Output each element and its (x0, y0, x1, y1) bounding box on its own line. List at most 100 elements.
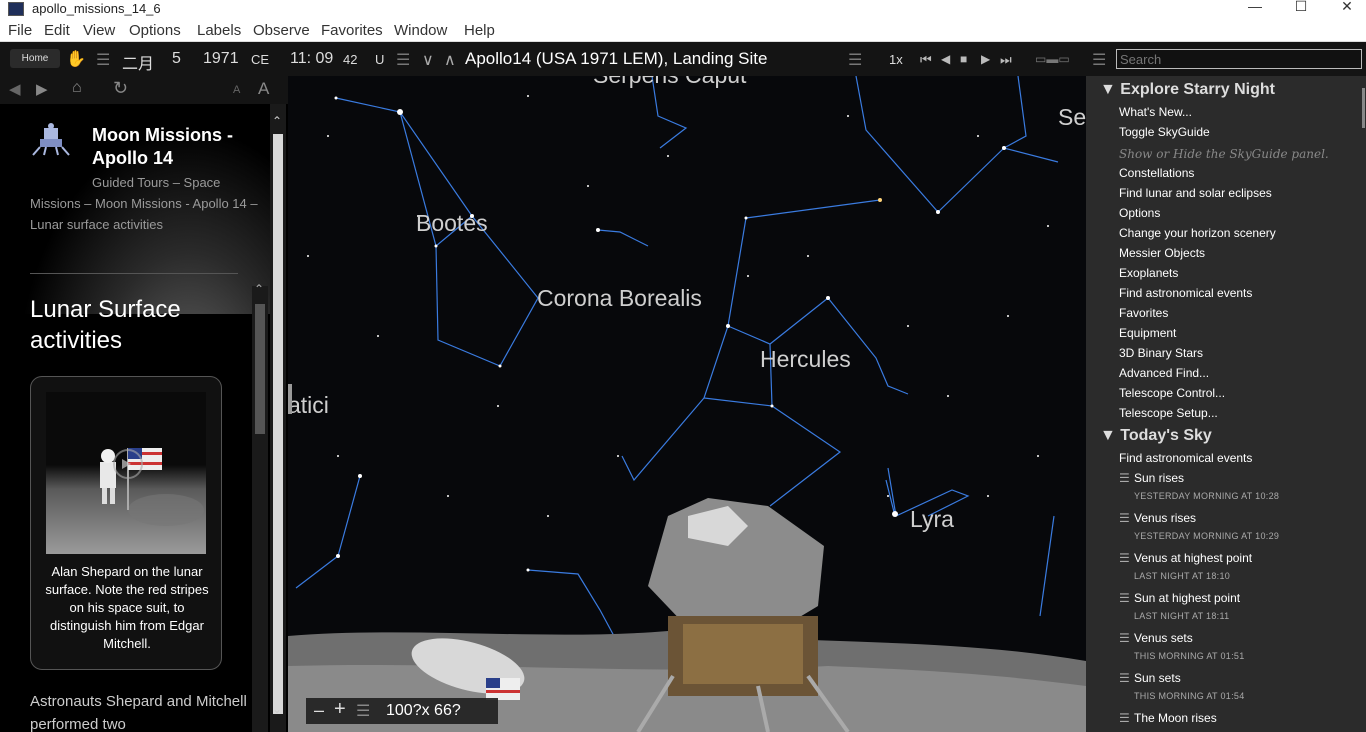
location-menu-icon[interactable]: ☰ (848, 50, 862, 70)
home-icon[interactable]: ⌂ (72, 79, 82, 97)
event-time: YESTERDAY MORNING AT 10:29 (1134, 531, 1280, 541)
day-field[interactable]: 5 (172, 50, 181, 68)
explore-item-whats-new[interactable]: What's New... (1119, 105, 1192, 119)
label-venatici[interactable]: atici (288, 392, 329, 419)
forward-arrow-icon[interactable]: ▶ (36, 80, 48, 98)
time-menu-icon[interactable]: ☰ (396, 50, 410, 70)
zoom-out-button[interactable]: – (314, 700, 324, 721)
explore-item[interactable]: Exoplanets (1119, 266, 1178, 280)
menu-file[interactable]: File (8, 22, 32, 39)
explore-item[interactable]: Telescope Control... (1119, 386, 1225, 400)
panel-resize-handle[interactable] (288, 384, 292, 414)
explore-item[interactable]: Telescope Setup... (1119, 406, 1218, 420)
step-back-icon[interactable]: ◀ (941, 52, 950, 66)
event-item[interactable]: ☰ Venus rises (1119, 511, 1196, 525)
zoom-readout: 100?x 66? (386, 702, 461, 719)
menu-labels[interactable]: Labels (197, 22, 241, 39)
home-button[interactable]: Home (10, 49, 60, 68)
explore-item[interactable]: Constellations (1119, 166, 1194, 180)
inner-scrollbar[interactable]: ⌃ (252, 282, 268, 732)
year-field[interactable]: 1971 (203, 50, 239, 68)
event-name: Sun at highest point (1134, 591, 1241, 605)
explore-item[interactable]: Options (1119, 206, 1160, 220)
skyguide-hint: Show or Hide the SkyGuide panel. (1119, 147, 1329, 161)
menu-options[interactable]: Options (129, 22, 181, 39)
explore-item[interactable]: Change your horizon scenery (1119, 226, 1276, 240)
search-input[interactable] (1116, 49, 1362, 69)
event-name: Venus rises (1134, 511, 1197, 525)
explore-item[interactable]: Favorites (1119, 306, 1168, 320)
minimize-button[interactable]: — (1232, 0, 1278, 20)
label-lyra[interactable]: Lyra (910, 506, 954, 533)
stop-icon[interactable]: ■ (960, 52, 967, 66)
zoom-in-button[interactable]: + (334, 698, 346, 721)
body-text: Astronauts Shepard and Mitchell performe… (30, 693, 247, 732)
event-name: Sun rises (1134, 471, 1185, 485)
explore-item[interactable]: Advanced Find... (1119, 366, 1209, 380)
menu-bar: File Edit View Options Labels Observe Fa… (0, 20, 1366, 42)
event-item[interactable]: ☰ Sun rises (1119, 471, 1184, 485)
maximize-button[interactable]: ☐ (1278, 0, 1324, 20)
event-handle-icon: ☰ (1119, 631, 1130, 645)
chevron-down-icon[interactable]: ∨ (422, 50, 434, 70)
skip-forward-icon[interactable]: ⏭ (1000, 52, 1012, 68)
right-scrollbar-thumb[interactable] (1362, 88, 1365, 128)
explore-item[interactable]: Find astronomical events (1119, 286, 1252, 300)
text-smaller-icon[interactable]: A (233, 84, 240, 96)
label-corona-borealis[interactable]: Corona Borealis (537, 285, 702, 312)
menu-edit[interactable]: Edit (44, 22, 70, 39)
layout-icon[interactable]: ▭▬▭ (1035, 52, 1070, 66)
menu-observe[interactable]: Observe (253, 22, 310, 39)
location-label[interactable]: Apollo14 (USA 1971 LEM), Landing Site (465, 49, 767, 69)
skip-back-icon[interactable]: ⏮ (920, 52, 932, 68)
search-menu-icon[interactable]: ☰ (1092, 50, 1106, 70)
month-field[interactable]: 二月 (122, 50, 154, 74)
zoom-menu-icon[interactable]: ☰ (356, 701, 370, 721)
outer-scrollbar[interactable]: ⌃ ⌄ (270, 104, 286, 732)
explore-item[interactable]: 3D Binary Stars (1119, 346, 1203, 360)
label-serpens-edge[interactable]: Se (1058, 104, 1086, 131)
explore-header[interactable]: ▼ Explore Starry Night (1100, 81, 1275, 99)
menu-favorites[interactable]: Favorites (321, 22, 383, 39)
sky-view[interactable]: Serpens Caput Bootes Corona Borealis Her… (288, 76, 1086, 732)
text-larger-icon[interactable]: A (258, 79, 269, 99)
menu-window[interactable]: Window (394, 22, 447, 39)
chevron-up-icon[interactable]: ∧ (444, 50, 456, 70)
right-scrollbar[interactable] (1354, 76, 1366, 732)
close-button[interactable]: ✕ (1324, 0, 1366, 20)
section-title: Lunar Surface activities (30, 296, 181, 354)
menu-help[interactable]: Help (464, 22, 495, 39)
back-arrow-icon[interactable]: ◀ (9, 80, 21, 98)
explore-item[interactable]: Equipment (1119, 326, 1176, 340)
event-time: THIS MORNING AT 01:54 (1134, 691, 1245, 701)
explore-item[interactable]: Find lunar and solar eclipses (1119, 186, 1272, 200)
play-icon[interactable]: ▶ (981, 52, 990, 66)
breadcrumb[interactable]: Guided Tours – Space Missions – Moon Mis… (30, 172, 258, 235)
explore-item-toggle-skyguide[interactable]: Toggle SkyGuide (1119, 125, 1210, 139)
label-bootes[interactable]: Bootes (416, 210, 488, 237)
era-field[interactable]: CE (251, 52, 269, 67)
event-item[interactable]: ☰ The Moon rises (1119, 711, 1217, 725)
constellation-lines (288, 76, 1086, 732)
explore-item[interactable]: Messier Objects (1119, 246, 1205, 260)
time-field[interactable]: 11: 09 (290, 50, 333, 68)
event-item[interactable]: ☰ Venus sets (1119, 631, 1193, 645)
label-serpens-caput[interactable]: Serpens Caput (593, 76, 746, 89)
event-handle-icon: ☰ (1119, 671, 1130, 685)
event-handle-icon: ☰ (1119, 471, 1130, 485)
event-item[interactable]: ☰ Sun at highest point (1119, 591, 1240, 605)
lunar-module-icon (30, 122, 72, 158)
refresh-icon[interactable]: ↻ (113, 78, 128, 99)
today-item-find-events[interactable]: Find astronomical events (1119, 451, 1252, 465)
hand-icon[interactable]: ✋ (66, 49, 86, 69)
event-item[interactable]: ☰ Sun sets (1119, 671, 1181, 685)
seconds-field[interactable]: 42 (343, 52, 357, 67)
menu-view[interactable]: View (83, 22, 115, 39)
event-item[interactable]: ☰ Venus at highest point (1119, 551, 1252, 565)
astronaut-photo[interactable] (46, 392, 206, 554)
time-rate[interactable]: 1x (889, 52, 903, 67)
todays-sky-header[interactable]: ▼ Today's Sky (1100, 427, 1212, 445)
timezone-field[interactable]: U (375, 52, 384, 67)
label-hercules[interactable]: Hercules (760, 346, 851, 373)
menu-lines-icon[interactable]: ☰ (96, 50, 110, 70)
